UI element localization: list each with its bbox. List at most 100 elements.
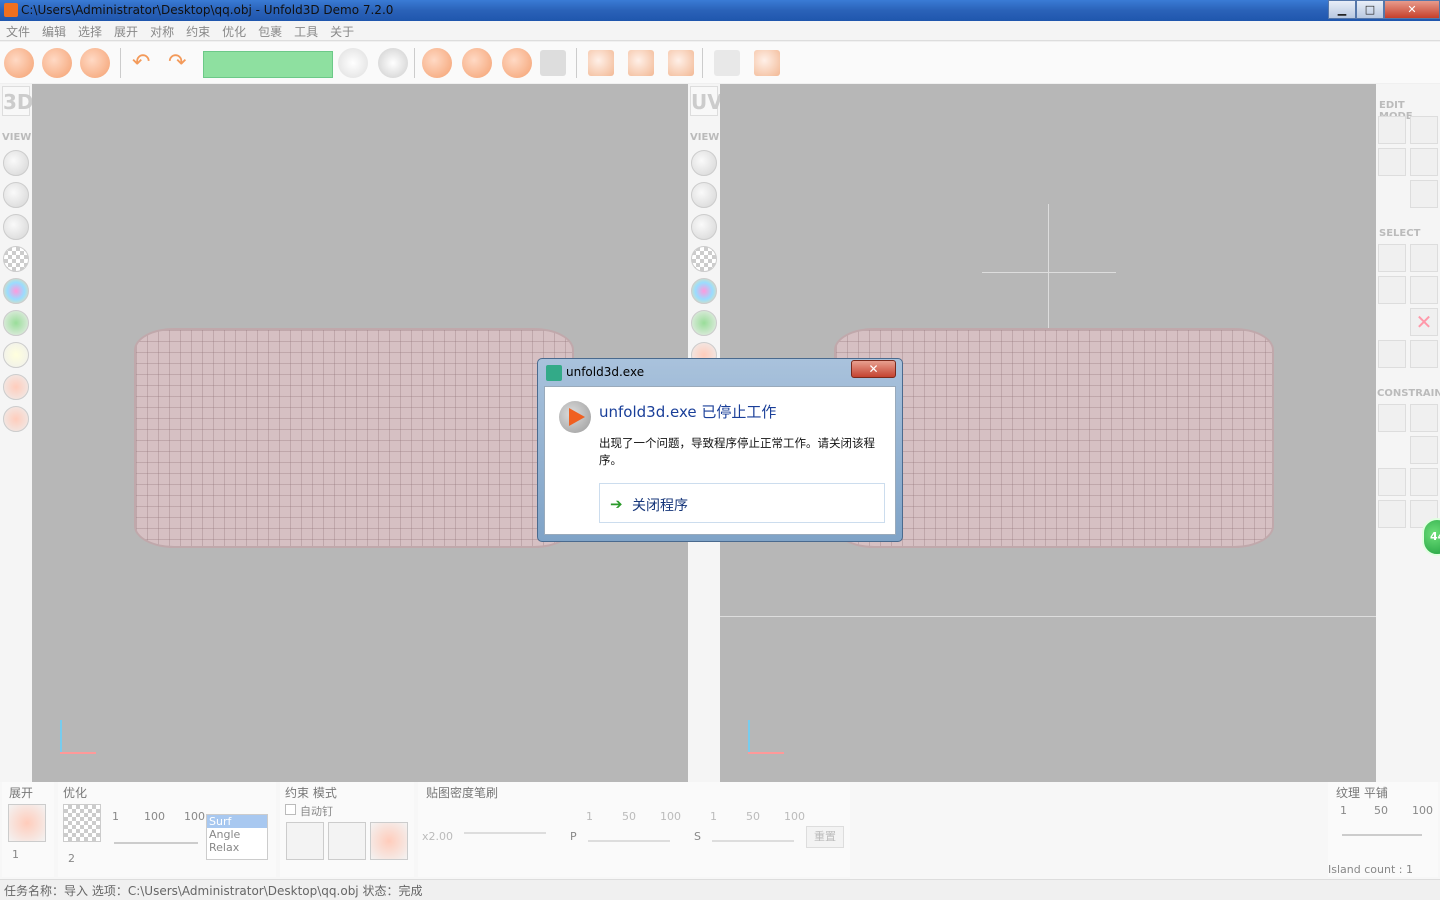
gear-icon[interactable] xyxy=(286,822,324,860)
s-scale-max: 100 xyxy=(784,810,805,823)
freeze-icon[interactable] xyxy=(1378,500,1406,528)
dialog-body: unfold3d.exe 已停止工作 出现了一个问题，导致程序停止正常工作。请关… xyxy=(544,386,896,535)
menu-edit[interactable]: 编辑 xyxy=(36,21,72,42)
close-program-label: 关闭程序 xyxy=(632,498,688,514)
list-item[interactable]: Surf xyxy=(207,815,267,828)
menu-file[interactable]: 文件 xyxy=(0,21,36,42)
load-icon[interactable] xyxy=(4,48,34,78)
face-select-icon[interactable] xyxy=(1378,276,1406,304)
optimize-scale-mid: 100 xyxy=(144,810,165,823)
shaded-view-icon[interactable] xyxy=(691,150,717,176)
p-scale-min: 1 xyxy=(586,810,593,823)
unfold-iterations[interactable]: 1 xyxy=(12,848,19,861)
edge-select-icon[interactable] xyxy=(1410,244,1438,272)
dialog-close-button[interactable]: ✕ xyxy=(851,360,896,378)
s-slider[interactable] xyxy=(712,840,794,842)
vertex-select-icon[interactable] xyxy=(1378,244,1406,272)
weld-icon[interactable] xyxy=(378,48,408,78)
list-item[interactable]: Relax xyxy=(207,841,267,854)
islands-icon[interactable] xyxy=(3,310,29,336)
move-arrows-icon[interactable] xyxy=(1410,116,1438,144)
optimize-slider[interactable] xyxy=(114,842,198,844)
wire-shaded-icon[interactable] xyxy=(3,214,29,240)
menu-select[interactable]: 选择 xyxy=(72,21,108,42)
save-icon[interactable] xyxy=(80,48,110,78)
menu-optimize[interactable]: 优化 xyxy=(216,21,252,42)
clear-selection-icon[interactable]: ✕ xyxy=(1410,308,1438,336)
redo-icon[interactable]: ↷ xyxy=(168,50,194,76)
pack-add-icon[interactable] xyxy=(628,50,654,76)
tile-slider[interactable] xyxy=(1342,834,1422,836)
camera-icon[interactable] xyxy=(540,50,566,76)
unpin-icon[interactable] xyxy=(1410,436,1438,464)
mirror-icon[interactable] xyxy=(714,50,740,76)
rotate-icon[interactable] xyxy=(1378,148,1406,176)
menu-about[interactable]: 关于 xyxy=(324,21,360,42)
menu-constrain[interactable]: 约束 xyxy=(180,21,216,42)
pin-icon[interactable] xyxy=(1378,404,1406,432)
vertical-constrain-icon[interactable] xyxy=(1410,468,1438,496)
horizontal-constrain-icon[interactable] xyxy=(1378,468,1406,496)
close-window-button[interactable]: ✕ xyxy=(1384,0,1440,19)
constraint-label: 约束 模式 xyxy=(285,786,337,800)
unfold-star-icon[interactable] xyxy=(462,48,492,78)
p-scale-mid: 50 xyxy=(622,810,636,823)
floating-badge[interactable]: 44 xyxy=(1422,518,1440,556)
unfold-button[interactable] xyxy=(8,804,46,842)
p-label: P xyxy=(570,830,577,843)
optimize-iterations[interactable]: 2 xyxy=(68,852,75,865)
move-icon[interactable] xyxy=(3,374,29,400)
optimize-mode-list[interactable]: Surf Angle Relax xyxy=(206,814,268,860)
wire-view-icon[interactable] xyxy=(691,182,717,208)
checker-icon[interactable] xyxy=(691,246,717,272)
density-slider[interactable] xyxy=(464,832,546,834)
minimize-button[interactable]: ▁ xyxy=(1328,0,1356,19)
menu-wrap[interactable]: 包裹 xyxy=(252,21,288,42)
dialog-message: 出现了一个问题，导致程序停止正常工作。请关闭该程序。 xyxy=(599,436,875,467)
globe-icon[interactable] xyxy=(422,48,452,78)
brush-icon[interactable] xyxy=(1410,180,1438,208)
pack-help-icon[interactable] xyxy=(668,50,694,76)
uv-grid-line xyxy=(1048,204,1049,328)
pack-icon[interactable] xyxy=(588,50,614,76)
menu-symmetry[interactable]: 对称 xyxy=(144,21,180,42)
islands-icon[interactable] xyxy=(691,310,717,336)
loop-select-icon[interactable] xyxy=(1378,340,1406,368)
help-icon[interactable] xyxy=(754,50,780,76)
center-icon[interactable] xyxy=(3,406,29,432)
s-label: S xyxy=(694,830,701,843)
checker-icon[interactable] xyxy=(3,246,29,272)
stop-icon[interactable] xyxy=(502,48,532,78)
close-program-button[interactable]: ➔ 关闭程序 xyxy=(599,483,885,523)
gear-icon[interactable] xyxy=(328,822,366,860)
shaded-view-icon[interactable] xyxy=(3,150,29,176)
import-icon[interactable] xyxy=(42,48,72,78)
constrain-label: CONSTRAIN xyxy=(1377,388,1440,399)
color-map-icon[interactable] xyxy=(3,278,29,304)
select-cursor-icon[interactable] xyxy=(1378,116,1406,144)
undo-icon[interactable]: ↶ xyxy=(132,50,158,76)
list-item[interactable]: Angle xyxy=(207,828,267,841)
wire-shaded-icon[interactable] xyxy=(691,214,717,240)
gear-icon[interactable] xyxy=(370,822,408,860)
menu-tools[interactable]: 工具 xyxy=(288,21,324,42)
island-select-icon[interactable] xyxy=(1410,276,1438,304)
reset-button[interactable]: 重置 xyxy=(806,826,844,848)
maximize-button[interactable]: □ xyxy=(1356,0,1384,19)
auto-pin-checkbox[interactable] xyxy=(285,804,296,815)
scale-icon[interactable] xyxy=(1410,148,1438,176)
view-label: VIEW xyxy=(690,132,720,143)
constraint-group: 约束 模式 自动钉 xyxy=(280,782,414,877)
menu-unfold[interactable]: 展开 xyxy=(108,21,144,42)
density-value: x2.00 xyxy=(422,830,454,843)
color-map-icon[interactable] xyxy=(691,278,717,304)
wire-view-icon[interactable] xyxy=(3,182,29,208)
pin-blue-icon[interactable] xyxy=(1410,404,1438,432)
p-slider[interactable] xyxy=(588,840,670,842)
uv-label: UV xyxy=(690,86,723,116)
status-bar: 任务名称：导入 选项：C:\Users\Administrator\Deskto… xyxy=(0,879,1440,900)
light-bulb-icon[interactable] xyxy=(3,342,29,368)
cut-icon[interactable] xyxy=(338,48,368,78)
optimize-button[interactable] xyxy=(63,804,101,842)
ring-select-icon[interactable] xyxy=(1410,340,1438,368)
